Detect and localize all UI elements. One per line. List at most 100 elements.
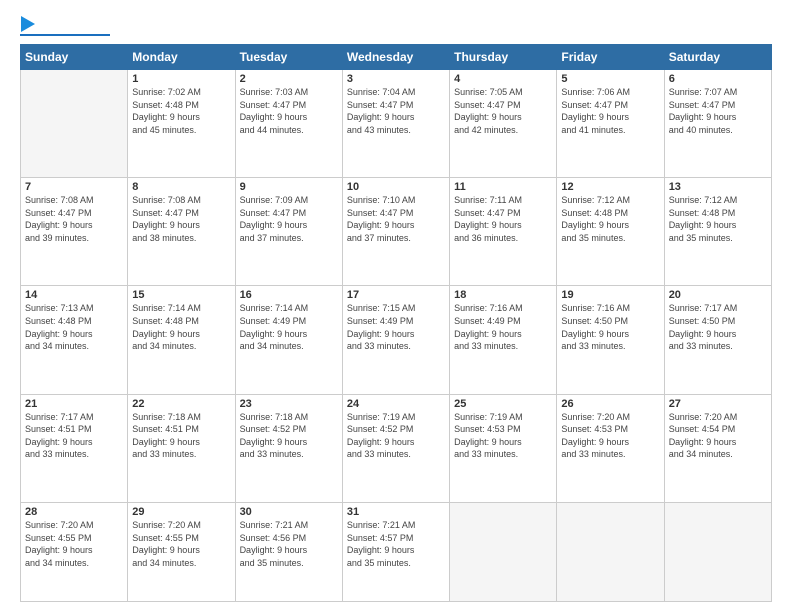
day-number: 18 <box>454 289 552 301</box>
day-header-wednesday: Wednesday <box>342 45 449 70</box>
day-info: Sunrise: 7:07 AMSunset: 4:47 PMDaylight:… <box>669 86 767 136</box>
calendar-cell: 17Sunrise: 7:15 AMSunset: 4:49 PMDayligh… <box>342 286 449 394</box>
calendar-cell: 2Sunrise: 7:03 AMSunset: 4:47 PMDaylight… <box>235 70 342 178</box>
day-info: Sunrise: 7:20 AMSunset: 4:55 PMDaylight:… <box>25 519 123 569</box>
day-number: 16 <box>240 289 338 301</box>
calendar-cell: 1Sunrise: 7:02 AMSunset: 4:48 PMDaylight… <box>128 70 235 178</box>
calendar-week-row: 21Sunrise: 7:17 AMSunset: 4:51 PMDayligh… <box>21 394 772 502</box>
page: SundayMondayTuesdayWednesdayThursdayFrid… <box>0 0 792 612</box>
calendar-cell: 10Sunrise: 7:10 AMSunset: 4:47 PMDayligh… <box>342 178 449 286</box>
day-number: 3 <box>347 73 445 85</box>
day-number: 19 <box>561 289 659 301</box>
calendar-cell: 12Sunrise: 7:12 AMSunset: 4:48 PMDayligh… <box>557 178 664 286</box>
calendar-cell: 7Sunrise: 7:08 AMSunset: 4:47 PMDaylight… <box>21 178 128 286</box>
calendar-cell: 11Sunrise: 7:11 AMSunset: 4:47 PMDayligh… <box>450 178 557 286</box>
day-info: Sunrise: 7:17 AMSunset: 4:51 PMDaylight:… <box>25 411 123 461</box>
logo-underline <box>20 34 110 36</box>
day-info: Sunrise: 7:14 AMSunset: 4:48 PMDaylight:… <box>132 302 230 352</box>
day-info: Sunrise: 7:10 AMSunset: 4:47 PMDaylight:… <box>347 194 445 244</box>
day-number: 12 <box>561 181 659 193</box>
calendar-cell: 28Sunrise: 7:20 AMSunset: 4:55 PMDayligh… <box>21 502 128 601</box>
header <box>20 18 772 36</box>
day-info: Sunrise: 7:03 AMSunset: 4:47 PMDaylight:… <box>240 86 338 136</box>
day-info: Sunrise: 7:11 AMSunset: 4:47 PMDaylight:… <box>454 194 552 244</box>
calendar-cell: 4Sunrise: 7:05 AMSunset: 4:47 PMDaylight… <box>450 70 557 178</box>
calendar-cell: 14Sunrise: 7:13 AMSunset: 4:48 PMDayligh… <box>21 286 128 394</box>
day-info: Sunrise: 7:15 AMSunset: 4:49 PMDaylight:… <box>347 302 445 352</box>
calendar-cell <box>450 502 557 601</box>
day-info: Sunrise: 7:08 AMSunset: 4:47 PMDaylight:… <box>25 194 123 244</box>
calendar-week-row: 1Sunrise: 7:02 AMSunset: 4:48 PMDaylight… <box>21 70 772 178</box>
day-info: Sunrise: 7:21 AMSunset: 4:57 PMDaylight:… <box>347 519 445 569</box>
day-number: 1 <box>132 73 230 85</box>
calendar-cell: 20Sunrise: 7:17 AMSunset: 4:50 PMDayligh… <box>664 286 771 394</box>
day-info: Sunrise: 7:12 AMSunset: 4:48 PMDaylight:… <box>561 194 659 244</box>
day-info: Sunrise: 7:18 AMSunset: 4:52 PMDaylight:… <box>240 411 338 461</box>
day-header-saturday: Saturday <box>664 45 771 70</box>
day-number: 23 <box>240 398 338 410</box>
calendar-cell: 24Sunrise: 7:19 AMSunset: 4:52 PMDayligh… <box>342 394 449 502</box>
day-number: 15 <box>132 289 230 301</box>
day-number: 13 <box>669 181 767 193</box>
day-info: Sunrise: 7:20 AMSunset: 4:55 PMDaylight:… <box>132 519 230 569</box>
day-number: 24 <box>347 398 445 410</box>
day-number: 20 <box>669 289 767 301</box>
day-number: 31 <box>347 506 445 518</box>
calendar-table: SundayMondayTuesdayWednesdayThursdayFrid… <box>20 44 772 602</box>
day-number: 2 <box>240 73 338 85</box>
day-number: 27 <box>669 398 767 410</box>
day-header-thursday: Thursday <box>450 45 557 70</box>
calendar-cell: 19Sunrise: 7:16 AMSunset: 4:50 PMDayligh… <box>557 286 664 394</box>
logo-arrow-icon <box>21 16 35 32</box>
calendar-cell: 27Sunrise: 7:20 AMSunset: 4:54 PMDayligh… <box>664 394 771 502</box>
calendar-cell: 3Sunrise: 7:04 AMSunset: 4:47 PMDaylight… <box>342 70 449 178</box>
calendar-cell <box>664 502 771 601</box>
day-number: 4 <box>454 73 552 85</box>
day-number: 7 <box>25 181 123 193</box>
day-number: 9 <box>240 181 338 193</box>
day-info: Sunrise: 7:02 AMSunset: 4:48 PMDaylight:… <box>132 86 230 136</box>
calendar-cell: 9Sunrise: 7:09 AMSunset: 4:47 PMDaylight… <box>235 178 342 286</box>
calendar-cell: 6Sunrise: 7:07 AMSunset: 4:47 PMDaylight… <box>664 70 771 178</box>
day-info: Sunrise: 7:19 AMSunset: 4:52 PMDaylight:… <box>347 411 445 461</box>
day-info: Sunrise: 7:17 AMSunset: 4:50 PMDaylight:… <box>669 302 767 352</box>
calendar-cell: 18Sunrise: 7:16 AMSunset: 4:49 PMDayligh… <box>450 286 557 394</box>
calendar-cell: 21Sunrise: 7:17 AMSunset: 4:51 PMDayligh… <box>21 394 128 502</box>
day-number: 5 <box>561 73 659 85</box>
calendar-cell: 13Sunrise: 7:12 AMSunset: 4:48 PMDayligh… <box>664 178 771 286</box>
calendar-cell: 30Sunrise: 7:21 AMSunset: 4:56 PMDayligh… <box>235 502 342 601</box>
day-info: Sunrise: 7:18 AMSunset: 4:51 PMDaylight:… <box>132 411 230 461</box>
day-number: 17 <box>347 289 445 301</box>
day-info: Sunrise: 7:21 AMSunset: 4:56 PMDaylight:… <box>240 519 338 569</box>
day-header-monday: Monday <box>128 45 235 70</box>
day-number: 28 <box>25 506 123 518</box>
calendar-cell: 15Sunrise: 7:14 AMSunset: 4:48 PMDayligh… <box>128 286 235 394</box>
calendar-cell: 22Sunrise: 7:18 AMSunset: 4:51 PMDayligh… <box>128 394 235 502</box>
day-info: Sunrise: 7:12 AMSunset: 4:48 PMDaylight:… <box>669 194 767 244</box>
day-number: 14 <box>25 289 123 301</box>
day-header-sunday: Sunday <box>21 45 128 70</box>
day-info: Sunrise: 7:13 AMSunset: 4:48 PMDaylight:… <box>25 302 123 352</box>
day-number: 25 <box>454 398 552 410</box>
day-number: 30 <box>240 506 338 518</box>
calendar-header-row: SundayMondayTuesdayWednesdayThursdayFrid… <box>21 45 772 70</box>
calendar-cell <box>21 70 128 178</box>
calendar-week-row: 14Sunrise: 7:13 AMSunset: 4:48 PMDayligh… <box>21 286 772 394</box>
day-info: Sunrise: 7:05 AMSunset: 4:47 PMDaylight:… <box>454 86 552 136</box>
day-info: Sunrise: 7:20 AMSunset: 4:53 PMDaylight:… <box>561 411 659 461</box>
calendar-week-row: 28Sunrise: 7:20 AMSunset: 4:55 PMDayligh… <box>21 502 772 601</box>
day-info: Sunrise: 7:04 AMSunset: 4:47 PMDaylight:… <box>347 86 445 136</box>
calendar-cell <box>557 502 664 601</box>
day-info: Sunrise: 7:19 AMSunset: 4:53 PMDaylight:… <box>454 411 552 461</box>
calendar-cell: 23Sunrise: 7:18 AMSunset: 4:52 PMDayligh… <box>235 394 342 502</box>
calendar-cell: 31Sunrise: 7:21 AMSunset: 4:57 PMDayligh… <box>342 502 449 601</box>
calendar-week-row: 7Sunrise: 7:08 AMSunset: 4:47 PMDaylight… <box>21 178 772 286</box>
calendar-cell: 25Sunrise: 7:19 AMSunset: 4:53 PMDayligh… <box>450 394 557 502</box>
day-number: 11 <box>454 181 552 193</box>
day-info: Sunrise: 7:08 AMSunset: 4:47 PMDaylight:… <box>132 194 230 244</box>
day-info: Sunrise: 7:14 AMSunset: 4:49 PMDaylight:… <box>240 302 338 352</box>
day-number: 8 <box>132 181 230 193</box>
logo <box>20 18 110 36</box>
day-number: 22 <box>132 398 230 410</box>
day-number: 10 <box>347 181 445 193</box>
